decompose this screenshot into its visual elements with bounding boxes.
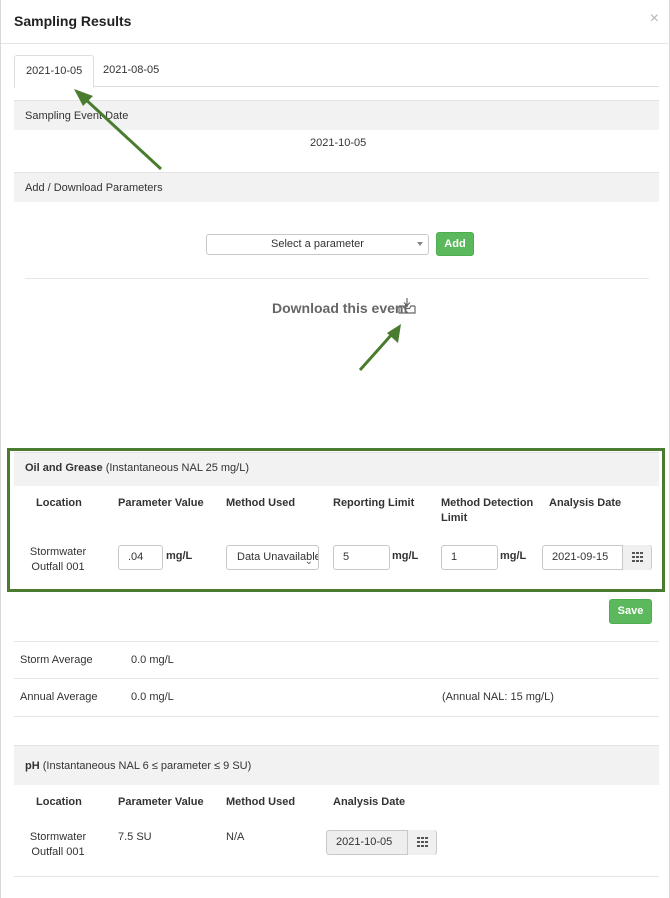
- close-icon[interactable]: ×: [650, 10, 659, 28]
- divider: [14, 678, 659, 679]
- divider: [14, 876, 659, 877]
- storm-average-value: 0.0 mg/L: [131, 654, 174, 666]
- modal-title: Sampling Results: [14, 13, 132, 29]
- annual-average-label: Annual Average: [20, 691, 98, 703]
- ph-value: 7.5 SU: [118, 831, 152, 843]
- ph-location: Stormwater Outfall 001: [29, 831, 87, 858]
- col-parameter-value: Parameter Value: [118, 796, 204, 808]
- ph-analysis-date-value: 2021-10-05: [336, 836, 393, 848]
- add-button[interactable]: Add: [436, 232, 474, 256]
- ph-analysis-date-input: 2021-10-05: [326, 830, 437, 855]
- save-button[interactable]: Save: [609, 599, 652, 624]
- sampling-event-date-band: Sampling Event Date: [14, 100, 659, 130]
- modal-header: Sampling Results ×: [1, 0, 670, 44]
- highlight-box: [7, 448, 665, 592]
- download-event-link[interactable]: Download this event: [272, 300, 408, 316]
- event-date: 2021-10-05: [310, 137, 367, 149]
- calendar-icon: [417, 837, 428, 847]
- col-location: Location: [36, 796, 82, 808]
- ph-title: pH: [25, 760, 40, 772]
- arrow-to-download-icon: [358, 324, 401, 371]
- date-tabs: 2021-10-05 2021-08-05: [14, 55, 659, 88]
- sampling-results-modal: Sampling Results × 2021-10-05 2021-08-05…: [0, 0, 670, 898]
- storm-average-label: Storm Average: [20, 654, 93, 666]
- tab-2021-10-05[interactable]: 2021-10-05: [14, 55, 95, 88]
- annual-nal: (Annual NAL: 15 mg/L): [442, 691, 554, 703]
- ph-method: N/A: [226, 831, 245, 843]
- col-analysis-date: Analysis Date: [333, 796, 406, 808]
- add-download-band: Add / Download Parameters: [14, 172, 659, 202]
- ph-subtitle: (Instantaneous NAL 6 ≤ parameter ≤ 9 SU): [39, 760, 252, 772]
- tab-2021-08-05[interactable]: 2021-08-05: [92, 55, 170, 87]
- col-method-used: Method Used: [226, 796, 296, 808]
- divider: [25, 278, 649, 279]
- calendar-button[interactable]: [407, 830, 436, 855]
- parameter-select[interactable]: Select a parameter: [206, 234, 429, 255]
- download-tray-icon[interactable]: [397, 297, 417, 315]
- annual-average-value: 0.0 mg/L: [131, 691, 174, 703]
- divider: [14, 716, 659, 717]
- divider: [14, 641, 659, 642]
- ph-band: pH (Instantaneous NAL 6 ≤ parameter ≤ 9 …: [14, 745, 659, 785]
- parameter-select-label: Select a parameter: [271, 238, 364, 250]
- caret-down-icon: [417, 242, 423, 246]
